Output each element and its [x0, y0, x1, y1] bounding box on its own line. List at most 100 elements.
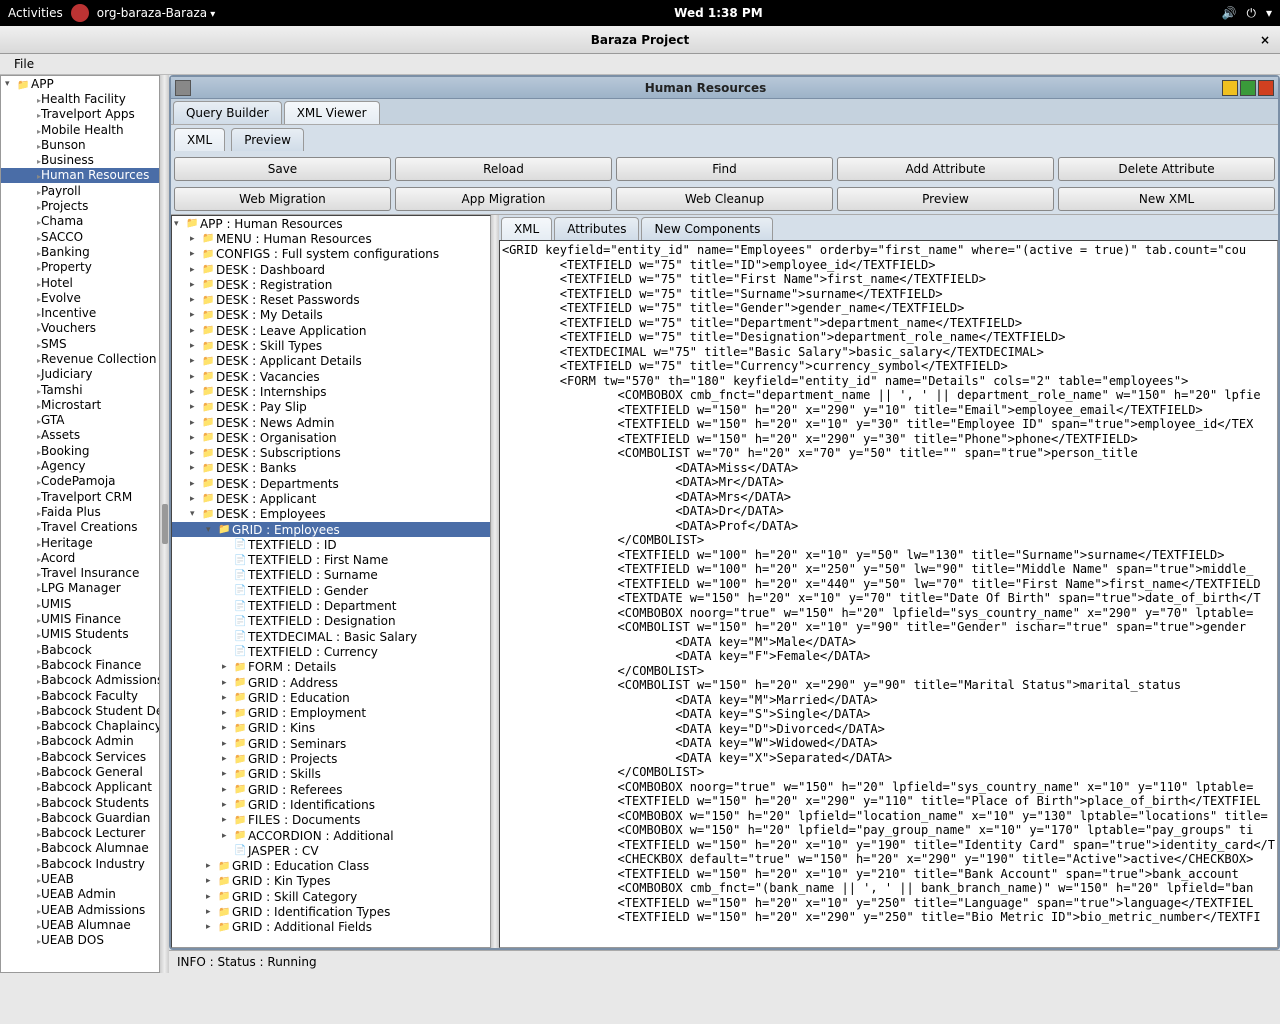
sidebar-item[interactable]: Travel Insurance [1, 566, 159, 581]
find-button[interactable]: Find [616, 157, 833, 181]
mtree-item[interactable]: ▸ DESK : Vacancies [172, 369, 490, 384]
expand-icon[interactable]: ▸ [190, 402, 202, 412]
sidebar-item[interactable]: Vouchers [1, 321, 159, 336]
sidebar-item[interactable]: UMIS Finance [1, 611, 159, 626]
expand-icon[interactable]: ▸ [222, 662, 234, 672]
sidebar-item[interactable]: Babcock Faculty [1, 688, 159, 703]
add-attribute-button[interactable]: Add Attribute [837, 157, 1054, 181]
tree-root-app[interactable]: ▾ APP [1, 76, 159, 91]
expand-icon[interactable]: ▸ [190, 265, 202, 275]
mtree-item[interactable]: ▸ DESK : Leave Application [172, 323, 490, 338]
expand-icon[interactable]: ▸ [190, 387, 202, 397]
mtree-item[interactable]: ▸ DESK : Internships [172, 384, 490, 399]
mtree-item[interactable]: ▸ MENU : Human Resources [172, 231, 490, 246]
mtree-item[interactable]: TEXTDECIMAL : Basic Salary [172, 629, 490, 644]
sidebar-item[interactable]: Travelport CRM [1, 489, 159, 504]
app-tree-sidebar[interactable]: ▾ APP Health Facility Travelport Apps Mo… [0, 75, 160, 973]
app-migration-button[interactable]: App Migration [395, 187, 612, 211]
sidebar-item[interactable]: Assets [1, 428, 159, 443]
expand-icon[interactable]: ▸ [190, 433, 202, 443]
web-migration-button[interactable]: Web Migration [174, 187, 391, 211]
sidebar-item[interactable]: GTA [1, 413, 159, 428]
expand-icon[interactable]: ▸ [206, 876, 218, 886]
sidebar-item[interactable]: Tamshi [1, 382, 159, 397]
expand-icon[interactable]: ▸ [222, 831, 234, 841]
mtree-item[interactable]: ▸ DESK : News Admin [172, 415, 490, 430]
mtree-root[interactable]: ▾ APP : Human Resources [172, 216, 490, 231]
sidebar-item[interactable]: Babcock Admin [1, 734, 159, 749]
maximize-button[interactable] [1240, 80, 1256, 96]
sidebar-item[interactable]: Babcock Admissions [1, 673, 159, 688]
window-menu-icon[interactable] [175, 80, 191, 96]
sidebar-item[interactable]: Booking [1, 443, 159, 458]
mtree-item[interactable]: ▸ DESK : Skill Types [172, 338, 490, 353]
expand-icon[interactable]: ▸ [190, 494, 202, 504]
minimize-button[interactable] [1222, 80, 1238, 96]
sidebar-item[interactable]: Incentive [1, 305, 159, 320]
expand-icon[interactable]: ▸ [222, 800, 234, 810]
app-menu[interactable]: org-baraza-Baraza [97, 6, 216, 20]
activities-button[interactable]: Activities [8, 6, 63, 20]
expand-icon[interactable]: ▸ [190, 341, 202, 351]
mtree-item[interactable]: ▸ DESK : Organisation [172, 430, 490, 445]
expand-icon[interactable]: ▸ [190, 356, 202, 366]
power-icon[interactable]: ⏻ [1246, 6, 1256, 21]
sidebar-item[interactable]: Judiciary [1, 367, 159, 382]
xml-tab-new-components[interactable]: New Components [641, 217, 773, 240]
sidebar-item[interactable]: CodePamoja [1, 474, 159, 489]
expand-icon[interactable]: ▸ [222, 785, 234, 795]
sidebar-item[interactable]: Babcock Student De [1, 703, 159, 718]
mtree-item[interactable]: TEXTFIELD : Surname [172, 568, 490, 583]
mtree-item[interactable]: ▾ DESK : Employees [172, 507, 490, 522]
expand-icon[interactable]: ▸ [206, 907, 218, 917]
sidebar-item[interactable]: SMS [1, 336, 159, 351]
sidebar-item[interactable]: Travel Creations [1, 520, 159, 535]
volume-icon[interactable]: 🔊 [1222, 6, 1237, 21]
sidebar-item[interactable]: UEAB Admissions [1, 902, 159, 917]
mtree-item[interactable]: ▸ DESK : Dashboard [172, 262, 490, 277]
mtree-item[interactable]: ▸ DESK : Applicant [172, 491, 490, 506]
sidebar-item[interactable]: UEAB [1, 871, 159, 886]
sidebar-item[interactable]: Faida Plus [1, 504, 159, 519]
expand-icon[interactable]: ▸ [190, 448, 202, 458]
sidebar-item[interactable]: Projects [1, 198, 159, 213]
sidebar-item[interactable]: Babcock Applicant [1, 780, 159, 795]
expand-icon[interactable]: ▸ [222, 723, 234, 733]
window-close-button[interactable]: × [1260, 33, 1270, 47]
sidebar-item[interactable]: Mobile Health [1, 122, 159, 137]
mtree-item[interactable]: ▸ DESK : Banks [172, 461, 490, 476]
expand-icon[interactable]: ▸ [190, 249, 202, 259]
mtree-item[interactable]: ▸ GRID : Projects [172, 751, 490, 766]
sidebar-item[interactable]: Payroll [1, 183, 159, 198]
expand-icon[interactable]: ▸ [190, 234, 202, 244]
mtree-item[interactable]: ▸ GRID : Address [172, 675, 490, 690]
clock[interactable]: Wed 1:38 PM [215, 6, 1221, 20]
expand-icon[interactable]: ▸ [190, 418, 202, 428]
structure-tree[interactable]: ▾ APP : Human Resources ▸ MENU : Human R… [171, 215, 491, 948]
expand-icon[interactable]: ▸ [222, 739, 234, 749]
save-button[interactable]: Save [174, 157, 391, 181]
sidebar-item[interactable]: UMIS Students [1, 627, 159, 642]
mtree-item[interactable]: ▸ GRID : Employment [172, 706, 490, 721]
internal-titlebar[interactable]: Human Resources [171, 77, 1278, 99]
mtree-item[interactable]: TEXTFIELD : Gender [172, 583, 490, 598]
mtree-item[interactable]: TEXTFIELD : Department [172, 598, 490, 613]
splitter-vertical-2[interactable] [491, 215, 499, 948]
subtab-preview[interactable]: Preview [231, 128, 304, 151]
expand-icon[interactable]: ▸ [190, 479, 202, 489]
sidebar-item[interactable]: Travelport Apps [1, 107, 159, 122]
sidebar-item[interactable]: Babcock Industry [1, 856, 159, 871]
mtree-item[interactable]: ▸ FILES : Documents [172, 813, 490, 828]
sidebar-item[interactable]: Property [1, 260, 159, 275]
sidebar-item[interactable]: Evolve [1, 290, 159, 305]
xml-tab-attributes[interactable]: Attributes [554, 217, 639, 240]
sidebar-item[interactable]: Acord [1, 550, 159, 565]
expand-icon[interactable]: ▸ [222, 693, 234, 703]
tab-query-builder[interactable]: Query Builder [173, 101, 282, 124]
preview-button[interactable]: Preview [837, 187, 1054, 211]
sidebar-item[interactable]: Babcock Alumnae [1, 841, 159, 856]
sidebar-item[interactable]: UEAB Admin [1, 887, 159, 902]
mtree-item[interactable]: ▸ GRID : Education [172, 690, 490, 705]
sidebar-item[interactable]: Human Resources [1, 168, 159, 183]
new-xml-button[interactable]: New XML [1058, 187, 1275, 211]
